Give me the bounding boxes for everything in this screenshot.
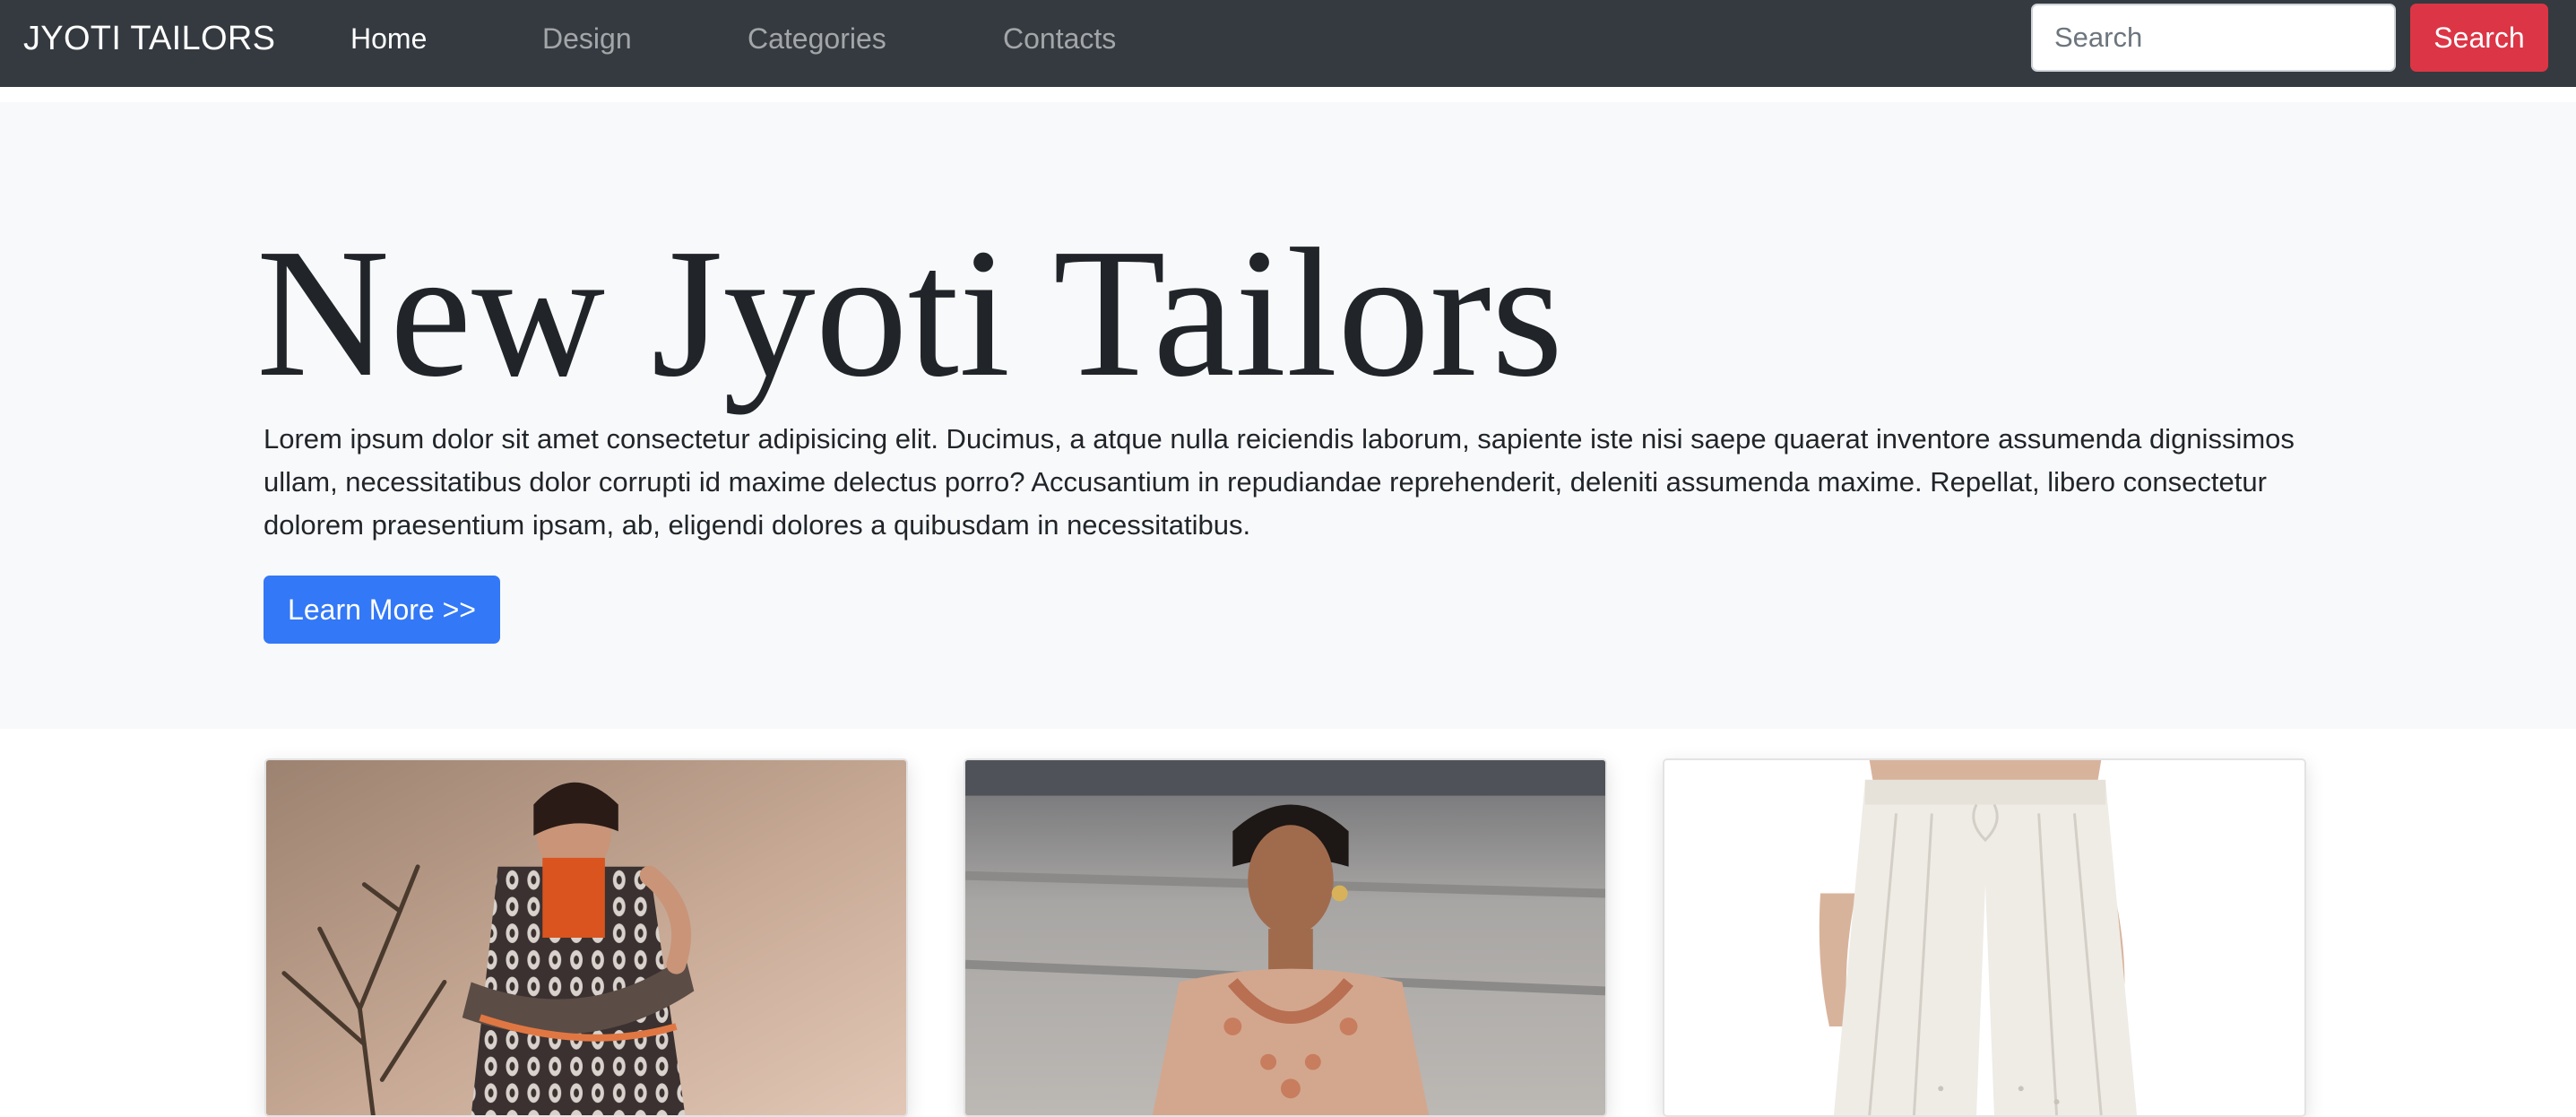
product-image-salwar-suit [266,760,906,1115]
nav-link-home[interactable]: Home [350,20,427,57]
nav-link-design[interactable]: Design [542,20,632,57]
hero-title: New Jyoti Tailors [256,210,1563,415]
product-card-salwar-suit[interactable] [264,758,908,1117]
product-card-embroidered-dress[interactable] [964,758,1607,1117]
product-image-embroidered-dress [965,760,1605,1115]
hero-section: New Jyoti Tailors Lorem ipsum dolor sit … [0,102,2576,729]
nav-link-categories[interactable]: Categories [748,20,886,57]
search-input[interactable] [2031,4,2396,72]
search-button[interactable]: Search [2410,4,2548,72]
product-card-palazzo-pants[interactable] [1663,758,2306,1117]
brand-logo-link[interactable]: JYOTI TAILORS [23,18,275,59]
hero-description: Lorem ipsum dolor sit amet consectetur a… [264,423,2295,541]
nav-link-contacts[interactable]: Contacts [1003,20,1116,57]
learn-more-button[interactable]: Learn More >> [264,576,500,644]
product-image-palazzo-pants [1664,760,2304,1115]
top-navbar: JYOTI TAILORS Home Design Categories Con… [0,0,2576,87]
